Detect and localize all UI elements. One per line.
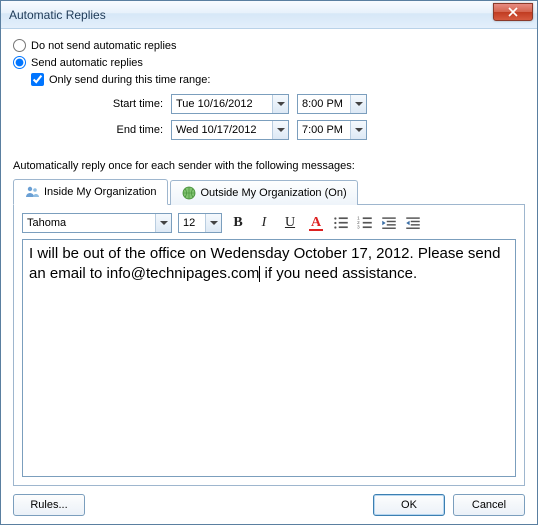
automatic-replies-dialog: Automatic Replies Do not send automatic … (0, 0, 538, 525)
tab-outside-organization[interactable]: Outside My Organization (On) (170, 180, 358, 205)
only-during-checkbox[interactable] (31, 73, 44, 86)
globe-people-icon (181, 185, 197, 201)
send-radio-row[interactable]: Send automatic replies (13, 56, 525, 69)
only-during-label: Only send during this time range: (49, 74, 210, 86)
rules-button[interactable]: Rules... (13, 494, 85, 516)
end-time-combo[interactable]: 7:00 PM (297, 120, 367, 140)
editor-panel: Tahoma 12 B I U A 123 (13, 204, 525, 486)
chevron-down-icon (350, 121, 366, 139)
start-time-label: Start time: (53, 98, 163, 110)
end-time-label: End time: (53, 124, 163, 136)
font-name-value: Tahoma (23, 217, 155, 229)
font-size-value: 12 (179, 217, 205, 229)
message-body-text-2: if you need assistance. (260, 265, 417, 282)
chevron-down-icon (272, 121, 288, 139)
cancel-button[interactable]: Cancel (453, 494, 525, 516)
titlebar: Automatic Replies (1, 1, 537, 29)
chevron-down-icon (272, 95, 288, 113)
tab-outside-label: Outside My Organization (On) (201, 187, 347, 199)
ok-button-label: OK (401, 499, 417, 511)
start-time-value: 8:00 PM (298, 98, 350, 110)
underline-button[interactable]: U (280, 213, 300, 233)
message-body-editor[interactable]: I will be out of the office on Wedensday… (22, 239, 516, 477)
chevron-down-icon (350, 95, 366, 113)
font-name-combo[interactable]: Tahoma (22, 213, 172, 233)
italic-button[interactable]: I (254, 213, 274, 233)
start-date-combo[interactable]: Tue 10/16/2012 (171, 94, 289, 114)
tab-inside-label: Inside My Organization (44, 186, 157, 198)
end-date-combo[interactable]: Wed 10/17/2012 (171, 120, 289, 140)
do-not-send-label: Do not send automatic replies (31, 40, 177, 52)
dialog-footer: Rules... OK Cancel (13, 486, 525, 516)
bullet-list-button[interactable] (332, 214, 350, 232)
send-radio[interactable] (13, 56, 26, 69)
chevron-down-icon (155, 214, 171, 232)
bold-button[interactable]: B (228, 213, 248, 233)
end-date-value: Wed 10/17/2012 (172, 124, 272, 136)
do-not-send-radio[interactable] (13, 39, 26, 52)
send-label: Send automatic replies (31, 57, 143, 69)
do-not-send-radio-row[interactable]: Do not send automatic replies (13, 39, 525, 52)
font-size-combo[interactable]: 12 (178, 213, 222, 233)
close-icon (508, 7, 518, 17)
tab-strip: Inside My Organization Outside My Organi… (13, 178, 525, 204)
format-toolbar: Tahoma 12 B I U A 123 (22, 213, 516, 233)
rules-button-label: Rules... (30, 499, 67, 511)
decrease-indent-button[interactable] (380, 214, 398, 232)
end-time-value: 7:00 PM (298, 124, 350, 136)
cancel-button-label: Cancel (472, 499, 506, 511)
chevron-down-icon (205, 214, 221, 232)
only-during-checkbox-row[interactable]: Only send during this time range: (31, 73, 525, 86)
dialog-content: Do not send automatic replies Send autom… (1, 29, 537, 524)
increase-indent-button[interactable] (404, 214, 422, 232)
ok-button[interactable]: OK (373, 494, 445, 516)
start-time-row: Start time: Tue 10/16/2012 8:00 PM (53, 94, 525, 114)
close-button[interactable] (493, 3, 533, 21)
window-title: Automatic Replies (9, 8, 106, 22)
end-time-row: End time: Wed 10/17/2012 7:00 PM (53, 120, 525, 140)
section-label: Automatically reply once for each sender… (13, 160, 525, 172)
tab-inside-organization[interactable]: Inside My Organization (13, 179, 168, 205)
time-range-grid: Start time: Tue 10/16/2012 8:00 PM End t… (53, 94, 525, 146)
start-date-value: Tue 10/16/2012 (172, 98, 272, 110)
start-time-combo[interactable]: 8:00 PM (297, 94, 367, 114)
svg-text:3: 3 (357, 225, 360, 230)
people-icon (24, 184, 40, 200)
font-color-button[interactable]: A (306, 213, 326, 233)
numbered-list-button[interactable]: 123 (356, 214, 374, 232)
